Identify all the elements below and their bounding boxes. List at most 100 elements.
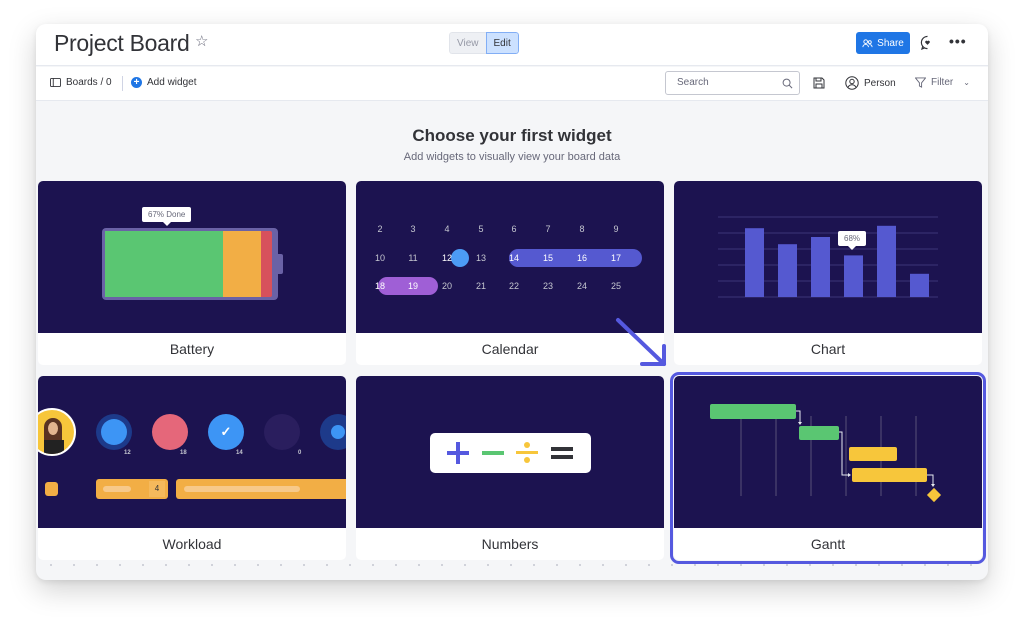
grid-dot	[119, 564, 121, 566]
grid-dot	[211, 564, 213, 566]
gantt-preview	[674, 376, 982, 528]
chart-bar	[910, 273, 929, 297]
calendar-day: 4	[444, 224, 450, 234]
workload-count: 12	[124, 450, 131, 456]
battery-stuck-segment	[261, 231, 272, 297]
workload-circle-1	[96, 414, 132, 450]
calendar-day: 17	[610, 253, 621, 263]
filter-label: Filter	[931, 77, 954, 88]
grid-dot	[740, 564, 742, 566]
boards-selector[interactable]: Boards / 0	[50, 77, 112, 88]
workload-circle-5	[320, 414, 346, 450]
calendar-day: 20	[441, 281, 452, 291]
calendar-day: 25	[610, 281, 621, 291]
gantt-milestone	[926, 487, 942, 503]
gantt-task-1	[710, 404, 796, 419]
share-button[interactable]: Share	[856, 32, 910, 54]
share-label: Share	[877, 37, 904, 49]
search-box	[665, 71, 800, 95]
calendar-day: 18	[374, 281, 385, 291]
edit-button[interactable]: Edit	[485, 32, 519, 54]
calendar-day: 15	[542, 253, 553, 263]
workload-count: 0	[298, 450, 302, 456]
chart-bar	[745, 228, 764, 297]
filter-button[interactable]: Filter ⌄	[915, 77, 970, 88]
calendar-day: 24	[576, 281, 587, 291]
calendar-day: 22	[508, 281, 519, 291]
grid-dot	[763, 564, 765, 566]
calendar-day: 9	[613, 224, 619, 234]
grid-dot	[257, 564, 259, 566]
grid-dot	[96, 564, 98, 566]
calendar-day: 7	[545, 224, 551, 234]
calendar-day: 8	[579, 224, 585, 234]
grid-dot	[188, 564, 190, 566]
view-edit-toggle: View Edit	[449, 32, 519, 54]
calendar-day: 2	[377, 224, 383, 234]
chat-heart-icon[interactable]	[920, 35, 935, 50]
chart-preview: 68%	[674, 181, 982, 333]
section-heading: Choose your first widget	[412, 126, 612, 145]
grid-dot	[165, 564, 167, 566]
battery-preview: 67% Done	[38, 181, 346, 333]
avatar	[38, 408, 76, 456]
calendar-day: 16	[576, 253, 587, 263]
toolbar: Boards / 0 + Add widget Person Filter ⌄	[36, 67, 988, 101]
grid-dot	[625, 564, 627, 566]
person-label: Person	[864, 77, 896, 89]
section-subheading: Add widgets to visually view your board …	[403, 151, 621, 163]
grid-dot	[395, 564, 397, 566]
add-widget-button[interactable]: + Add widget	[131, 77, 196, 88]
workload-count: 18	[180, 450, 187, 456]
grid-dot	[372, 564, 374, 566]
widget-card-workload[interactable]: ✓ 12 18 14 0 4 Workload	[38, 376, 346, 560]
widget-card-gantt[interactable]: Gantt	[670, 372, 986, 564]
grid-dot	[234, 564, 236, 566]
widget-card-numbers[interactable]: Numbers	[356, 376, 664, 560]
toolbar-divider	[122, 76, 123, 91]
battery-tooltip: 67% Done	[142, 207, 192, 226]
calendar-day: 21	[475, 281, 486, 291]
search-icon[interactable]	[782, 78, 793, 89]
check-icon: ✓	[208, 414, 244, 450]
widget-label: Battery	[169, 341, 215, 357]
person-icon	[845, 76, 859, 90]
grid-dot	[602, 564, 604, 566]
boards-label: Boards / 0	[66, 77, 112, 88]
page-title: Project Board	[54, 30, 190, 56]
grid-dot	[717, 564, 719, 566]
chart-bar	[844, 255, 863, 297]
star-icon[interactable]: ☆	[195, 34, 211, 50]
grid-dot	[441, 564, 443, 566]
chart-tooltip: 68%	[838, 231, 867, 250]
gantt-task-3	[849, 447, 897, 461]
widget-card-chart[interactable]: 68% Chart	[674, 181, 982, 365]
more-options-icon[interactable]: •••	[949, 34, 967, 48]
view-button[interactable]: View	[449, 32, 486, 54]
save-icon[interactable]	[813, 77, 825, 89]
calendar-day: 13	[475, 253, 486, 263]
calendar-day: 19	[407, 281, 418, 291]
widget-card-battery[interactable]: 67% Done Battery	[38, 181, 346, 365]
people-icon	[862, 38, 873, 47]
workload-bar-long	[176, 479, 346, 499]
grid-dot	[809, 564, 811, 566]
person-filter-button[interactable]: Person	[845, 76, 896, 90]
grid-dot	[510, 564, 512, 566]
battery-working-segment	[223, 231, 261, 297]
grid-dot	[280, 564, 282, 566]
grid-dot	[832, 564, 834, 566]
grid-dot	[73, 564, 75, 566]
grid-dot	[878, 564, 880, 566]
gantt-graphic	[710, 404, 942, 503]
workload-preview: ✓ 12 18 14 0 4	[38, 376, 346, 528]
grid-dot	[671, 564, 673, 566]
widget-label: Gantt	[810, 536, 846, 552]
chevron-down-icon[interactable]: ⌄	[963, 78, 970, 87]
search-input[interactable]	[677, 77, 777, 88]
calendar-day: 12	[441, 253, 452, 263]
workload-count: 14	[236, 450, 243, 456]
pointer-arrow-icon	[616, 318, 666, 366]
filter-icon	[915, 77, 926, 88]
grid-dot	[901, 564, 903, 566]
